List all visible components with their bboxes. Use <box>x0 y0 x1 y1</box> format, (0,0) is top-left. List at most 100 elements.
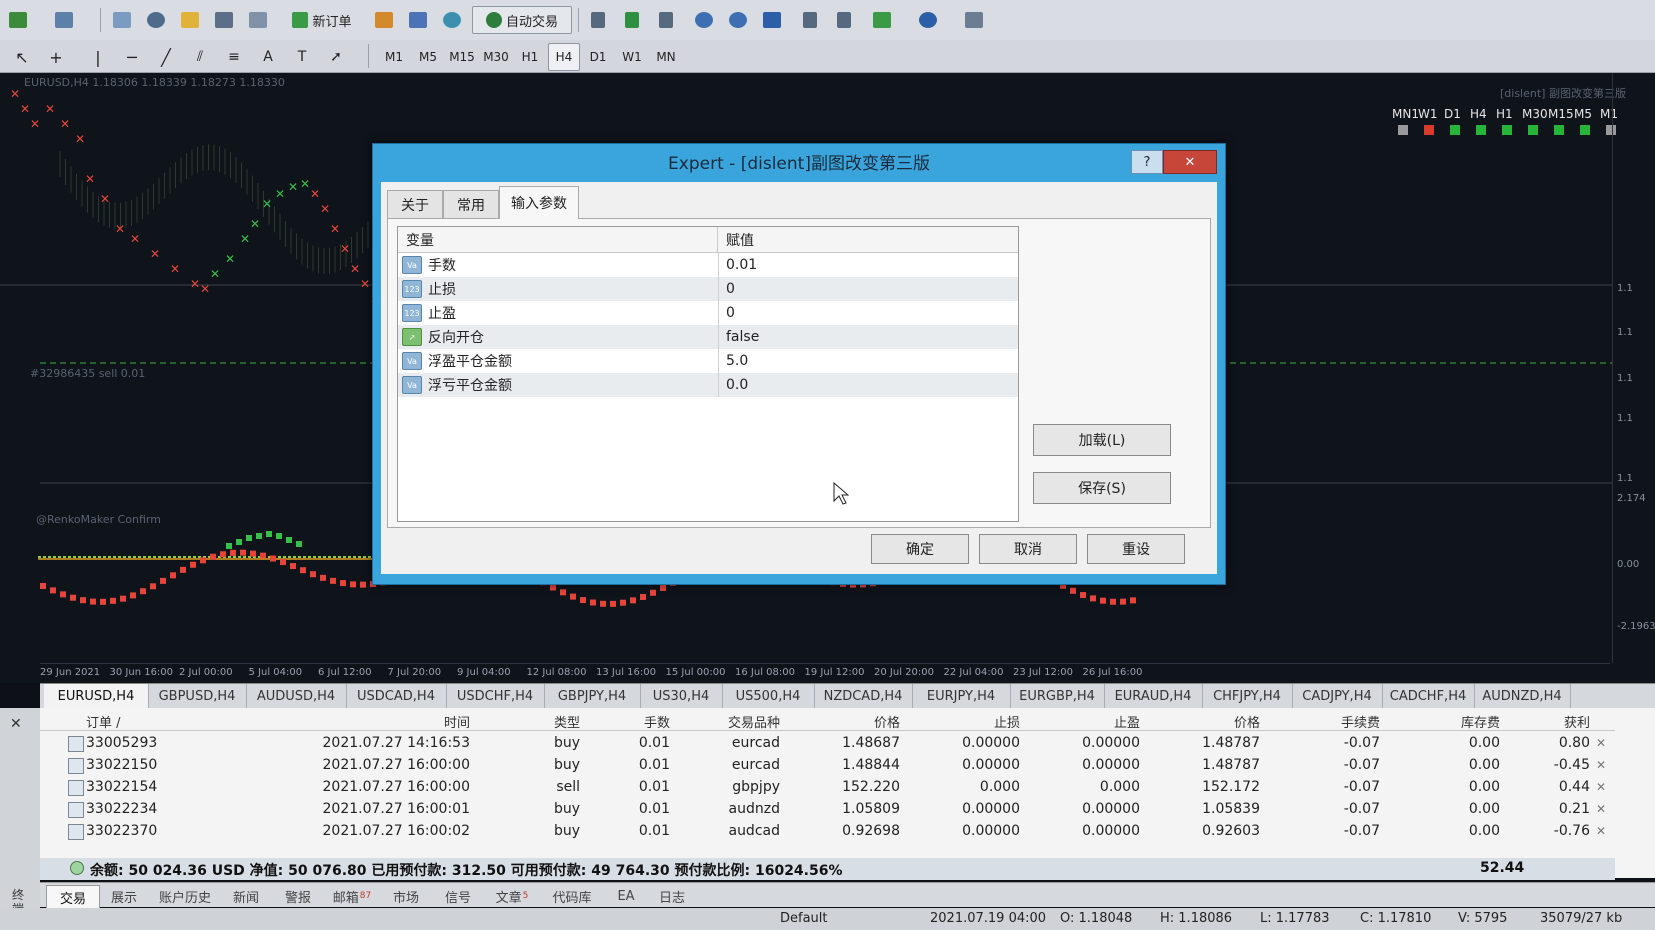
header-profit[interactable]: 获利 <box>1510 712 1590 731</box>
parameter-value[interactable]: 0 <box>726 301 735 325</box>
horizontal-line-icon[interactable]: ─ <box>118 43 146 71</box>
auto-scroll-icon[interactable] <box>796 6 824 34</box>
options-icon[interactable] <box>438 6 466 34</box>
header-price[interactable]: 价格 <box>790 712 900 731</box>
timeframe-mn[interactable]: MN <box>650 43 682 71</box>
parameter-row[interactable]: Va 浮盈平仓金额 5.0 <box>398 349 1018 373</box>
equidistant-channel-icon[interactable]: ⫽ <box>186 43 214 71</box>
auto-trading-button[interactable]: 自动交易 <box>472 6 572 34</box>
header-sl[interactable]: 止损 <box>910 712 1020 731</box>
text-icon[interactable]: A <box>254 43 282 71</box>
market-watch-icon[interactable] <box>108 6 136 34</box>
header-order[interactable]: 订单 / <box>86 712 206 731</box>
zoom-out-icon[interactable] <box>724 6 752 34</box>
templates-icon[interactable] <box>960 6 988 34</box>
chart-tab-chfjpy-h4[interactable]: CHFJPY,H4 <box>1202 684 1293 708</box>
header-tp[interactable]: 止盈 <box>1030 712 1140 731</box>
reset-button[interactable]: 重设 <box>1087 534 1185 564</box>
terminal-tab[interactable]: 日志 <box>648 885 696 907</box>
timeframe-m5[interactable]: M5 <box>412 43 444 71</box>
parameter-row[interactable]: Va 手数 0.01 <box>398 253 1018 277</box>
parameter-row[interactable]: Va 浮亏平仓金额 0.0 <box>398 373 1018 397</box>
header-current-price[interactable]: 价格 <box>1150 712 1260 731</box>
parameter-value[interactable]: 0.0 <box>726 373 748 397</box>
timeframe-d1[interactable]: D1 <box>582 43 614 71</box>
close-order-icon[interactable]: ✕ <box>1596 798 1610 820</box>
arrows-icon[interactable]: ➚ <box>322 43 350 71</box>
chart-tab-cadjpy-h4[interactable]: CADJPY,H4 <box>1292 684 1383 708</box>
cancel-button[interactable]: 取消 <box>979 534 1077 564</box>
data-window-icon[interactable] <box>404 6 432 34</box>
tab-inputs[interactable]: 输入参数 <box>499 186 579 219</box>
candlestick-icon[interactable] <box>618 6 646 34</box>
indicators-icon[interactable] <box>868 6 896 34</box>
column-value[interactable]: 赋值 <box>718 227 1018 253</box>
chart-tab-usdcad-h4[interactable]: USDCAD,H4 <box>346 684 447 708</box>
terminal-tab[interactable]: 代码库 <box>540 885 604 907</box>
profiles-icon[interactable] <box>50 6 78 34</box>
parameter-row[interactable]: 123 止损 0 <box>398 277 1018 301</box>
column-variable[interactable]: 变量 <box>398 227 718 253</box>
chart-tab-us500-h4[interactable]: US500,H4 <box>722 684 815 708</box>
terminal-icon[interactable] <box>210 6 238 34</box>
order-row[interactable]: 33022370 2021.07.27 16:00:02 buy 0.01 audcad… <box>40 820 1615 842</box>
help-button[interactable]: ? <box>1131 150 1163 174</box>
chart-tab-eurjpy-h4[interactable]: EURJPY,H4 <box>912 684 1011 708</box>
terminal-tab[interactable]: 市场 <box>380 885 432 907</box>
periods-icon[interactable] <box>914 6 942 34</box>
parameter-row[interactable]: 123 止盈 0 <box>398 301 1018 325</box>
ok-button[interactable]: 确定 <box>871 534 969 564</box>
terminal-tab[interactable]: 信号 <box>432 885 484 907</box>
chart-tab-cadchf-h4[interactable]: CADCHF,H4 <box>1382 684 1475 708</box>
close-button[interactable]: ✕ <box>1163 150 1217 174</box>
timeframe-m30[interactable]: M30 <box>480 43 512 71</box>
order-row[interactable]: 33022150 2021.07.27 16:00:00 buy 0.01 eurcad… <box>40 754 1615 776</box>
header-time[interactable]: 时间 <box>270 712 470 731</box>
header-type[interactable]: 类型 <box>490 712 580 731</box>
new-chart-icon[interactable] <box>4 6 32 34</box>
cursor-icon[interactable]: ↖ <box>8 43 36 71</box>
terminal-tab[interactable]: 警报 <box>272 885 324 907</box>
tile-windows-icon[interactable] <box>758 6 786 34</box>
strategy-tester-icon[interactable] <box>244 6 272 34</box>
order-row[interactable]: 33022234 2021.07.27 16:00:01 buy 0.01 audnzd… <box>40 798 1615 820</box>
parameter-row[interactable]: ↗ 反向开仓 false <box>398 325 1018 349</box>
chart-tab-gbpjpy-h4[interactable]: GBPJPY,H4 <box>544 684 641 708</box>
tab-common[interactable]: 常用 <box>443 190 499 219</box>
header-swap[interactable]: 库存费 <box>1390 712 1500 731</box>
parameter-value[interactable]: 0.01 <box>726 253 757 277</box>
chart-shift-icon[interactable] <box>830 6 858 34</box>
chart-tab-eurgbp-h4[interactable]: EURGBP,H4 <box>1010 684 1105 708</box>
terminal-tab[interactable]: 文章 5 <box>484 885 540 907</box>
chart-tab-euraud-h4[interactable]: EURAUD,H4 <box>1104 684 1203 708</box>
chart-tab-gbpusd-h4[interactable]: GBPUSD,H4 <box>148 684 247 708</box>
fibonacci-icon[interactable]: ≡ <box>220 43 248 71</box>
chart-tab-usdchf-h4[interactable]: USDCHF,H4 <box>446 684 545 708</box>
tab-about[interactable]: 关于 <box>387 190 443 219</box>
timeframe-h1[interactable]: H1 <box>514 43 546 71</box>
chart-tab-eurusd-h4[interactable]: EURUSD,H4 <box>44 684 149 708</box>
order-row[interactable]: 33022154 2021.07.27 16:00:00 sell 0.01 gbpjp… <box>40 776 1615 798</box>
bar-chart-icon[interactable] <box>584 6 612 34</box>
chart-tab-nzdcad-h4[interactable]: NZDCAD,H4 <box>814 684 913 708</box>
load-button[interactable]: 加载(L) <box>1033 424 1171 456</box>
parameter-value[interactable]: false <box>726 325 759 349</box>
terminal-tab[interactable]: 交易 <box>46 885 100 908</box>
trendline-icon[interactable]: ╱ <box>152 43 180 71</box>
timeframe-w1[interactable]: W1 <box>616 43 648 71</box>
header-commission[interactable]: 手续费 <box>1270 712 1380 731</box>
parameters-grid[interactable]: 变量 赋值 Va 手数 0.01 123 止损 0 123 止盈 0 ↗ 反向开仓 false Va 浮盈… <box>397 226 1019 522</box>
close-order-icon[interactable]: ✕ <box>1596 776 1610 798</box>
close-order-icon[interactable]: ✕ <box>1596 732 1610 754</box>
new-order-button[interactable]: 新订单 <box>280 6 364 34</box>
chart-tab-us30-h4[interactable]: US30,H4 <box>640 684 723 708</box>
terminal-tab[interactable]: 新闻 <box>220 885 272 907</box>
save-button[interactable]: 保存(S) <box>1033 472 1171 504</box>
terminal-tab[interactable]: 邮箱 87 <box>324 885 380 907</box>
timeframe-h4[interactable]: H4 <box>548 43 580 71</box>
terminal-tab[interactable]: EA <box>604 885 648 907</box>
chart-tab-audusd-h4[interactable]: AUDUSD,H4 <box>246 684 347 708</box>
navigator-icon[interactable] <box>176 6 204 34</box>
text-label-icon[interactable]: T <box>288 43 316 71</box>
vertical-line-icon[interactable]: | <box>84 43 112 71</box>
